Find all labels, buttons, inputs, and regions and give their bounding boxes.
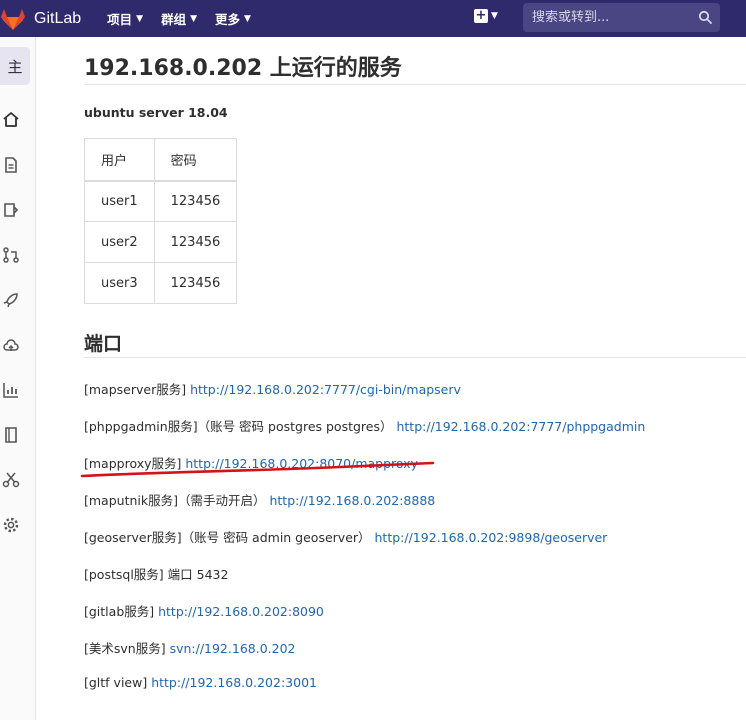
chevron-down-icon: ▼ — [244, 13, 251, 24]
table-row: user3 123456 — [84, 262, 238, 304]
service-line: [mapserver服务] http://192.168.0.202:7777/… — [84, 379, 461, 398]
credentials-table: 用户 密码 user1 123456 user2 123456 user3 12… — [84, 138, 238, 304]
chevron-down-icon: ▼ — [190, 13, 198, 24]
section-divider — [84, 357, 746, 358]
red-underline-annotation — [80, 461, 435, 478]
service-link[interactable]: svn://192.168.0.202 — [170, 641, 296, 656]
cell-user: user1 — [84, 180, 155, 222]
service-label: [phppgadmin服务]（账号 密码 postgres postgres） — [84, 419, 397, 434]
wiki-icon[interactable] — [2, 426, 20, 444]
table-row: user2 123456 — [84, 221, 238, 263]
brand-name: GitLab — [34, 9, 82, 27]
page-title: 192.168.0.202 上运行的服务 — [84, 56, 402, 81]
cell-user: user2 — [84, 221, 155, 263]
service-link[interactable]: http://192.168.0.202:7777/cgi-bin/mapser… — [190, 382, 461, 397]
service-label: [geoserver服务]（账号 密码 admin geoserver） — [84, 530, 375, 545]
service-link[interactable]: http://192.168.0.202:8090 — [158, 604, 324, 619]
search-icon[interactable] — [698, 10, 712, 24]
service-label: [gitlab服务] — [84, 604, 159, 619]
service-link[interactable]: http://192.168.0.202:9898/geoserver — [375, 530, 608, 545]
top-navbar: GitLab 项目 ▼ 群组 ▼ 更多 ▼ + ▼ — [0, 0, 746, 37]
cell-password: 123456 — [153, 180, 238, 222]
chevron-down-icon: ▼ — [136, 13, 144, 24]
os-subtitle: ubuntu server 18.04 — [84, 105, 228, 120]
issues-icon[interactable] — [2, 201, 20, 219]
search-input[interactable] — [523, 10, 688, 25]
analytics-icon[interactable] — [2, 381, 20, 399]
title-divider — [84, 84, 746, 85]
nav-groups-label: 群组 — [161, 12, 187, 27]
plus-icon: + — [474, 8, 488, 23]
header-password: 密码 — [153, 138, 238, 182]
table-header-row: 用户 密码 — [84, 138, 238, 182]
ports-heading: 端口 — [84, 333, 123, 355]
new-item-dropdown[interactable]: + ▼ — [474, 9, 498, 23]
service-label: [gltf view] — [84, 675, 152, 690]
cell-password: 123456 — [153, 221, 238, 263]
gitlab-fox-icon — [1, 8, 25, 30]
service-line: [postsql服务] 端口 5432 — [84, 564, 228, 583]
nav-groups-dropdown[interactable]: 群组 ▼ — [161, 9, 197, 28]
service-label: [maputnik服务]（需手动开启） — [84, 493, 270, 508]
cell-user: user3 — [84, 262, 155, 304]
rocket-icon[interactable] — [2, 291, 20, 309]
home-icon[interactable] — [2, 111, 20, 129]
gitlab-logo[interactable]: GitLab — [0, 0, 81, 37]
cell-password: 123456 — [153, 262, 238, 304]
nav-projects-dropdown[interactable]: 项目 ▼ — [107, 9, 143, 28]
service-label: [美术svn服务] — [84, 641, 170, 656]
nav-more-dropdown[interactable]: 更多 ▼ — [215, 9, 251, 28]
merge-request-icon[interactable] — [2, 246, 20, 264]
service-line: [gitlab服务] http://192.168.0.202:8090 — [84, 601, 324, 620]
table-row: user1 123456 — [84, 180, 238, 222]
project-sidebar: 主 — [0, 37, 36, 720]
service-line: [geoserver服务]（账号 密码 admin geoserver） htt… — [84, 527, 607, 546]
service-label: [postsql服务] 端口 5432 — [84, 567, 229, 582]
service-line: [phppgadmin服务]（账号 密码 postgres postgres） … — [84, 416, 645, 435]
document-icon[interactable] — [2, 156, 20, 174]
nav-more-label: 更多 — [215, 12, 241, 27]
service-link[interactable]: http://192.168.0.202:3001 — [151, 675, 317, 690]
service-line: [maputnik服务]（需手动开启） http://192.168.0.202… — [84, 490, 435, 509]
project-avatar[interactable]: 主 — [0, 47, 30, 85]
service-link[interactable]: http://192.168.0.202:8888 — [269, 493, 435, 508]
cloud-icon[interactable] — [2, 336, 20, 354]
settings-icon[interactable] — [2, 516, 20, 534]
search-box — [523, 3, 720, 32]
service-label: [mapserver服务] — [84, 382, 191, 397]
service-link[interactable]: http://192.168.0.202:7777/phppgadmin — [396, 419, 645, 434]
service-line: [美术svn服务] svn://192.168.0.202 — [84, 638, 295, 657]
snippets-icon[interactable] — [2, 471, 20, 489]
chevron-down-icon: ▼ — [491, 11, 498, 21]
nav-menu: 项目 ▼ 群组 ▼ 更多 ▼ — [107, 9, 269, 28]
nav-projects-label: 项目 — [107, 12, 133, 27]
header-user: 用户 — [84, 138, 155, 182]
service-line: [gltf view] http://192.168.0.202:3001 — [84, 675, 317, 690]
